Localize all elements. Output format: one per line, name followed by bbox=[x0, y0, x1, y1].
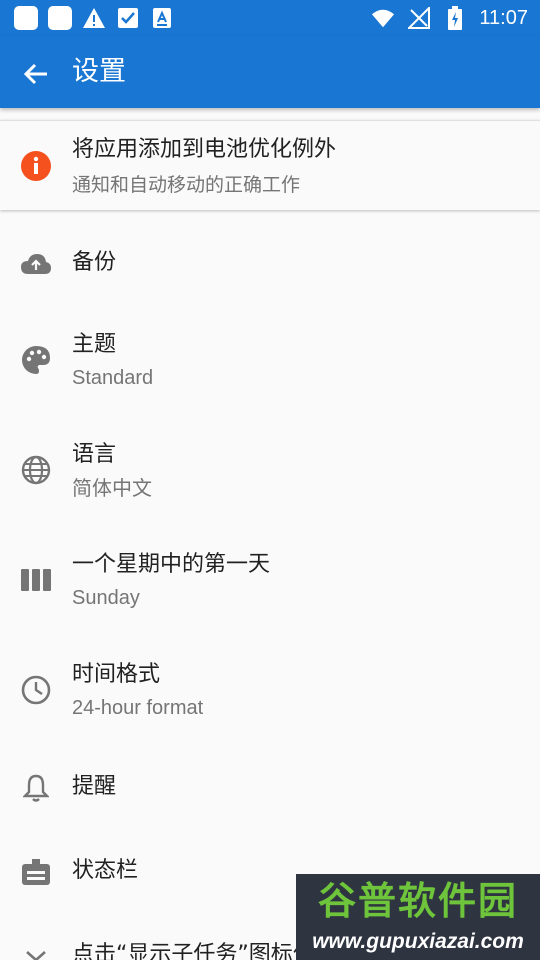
clock-icon bbox=[20, 674, 52, 706]
setting-theme[interactable]: 主题 Standard bbox=[0, 316, 540, 416]
battery-optimization-card[interactable]: 将应用添加到电池优化例外 通知和自动移动的正确工作 bbox=[0, 120, 540, 210]
chevron-down-icon bbox=[20, 940, 52, 960]
setting-backup-title: 备份 bbox=[72, 250, 117, 275]
info-icon bbox=[20, 150, 52, 182]
globe-icon bbox=[20, 454, 52, 486]
setting-language-title: 语言 bbox=[72, 442, 117, 467]
page-title: 设置 bbox=[72, 56, 126, 87]
battery-card-title: 将应用添加到电池优化例外 bbox=[72, 137, 337, 162]
app-bar: 设置 bbox=[0, 36, 540, 108]
bell-icon bbox=[20, 772, 52, 804]
setting-language[interactable]: 语言 简体中文 bbox=[0, 426, 540, 526]
app-icon bbox=[48, 6, 72, 30]
setting-time-format[interactable]: 时间格式 24-hour format bbox=[0, 646, 540, 746]
setting-reminder-title: 提醒 bbox=[72, 774, 117, 799]
briefcase-icon bbox=[20, 856, 52, 888]
setting-theme-value: Standard bbox=[72, 367, 154, 389]
battery-card-subtitle: 通知和自动移动的正确工作 bbox=[72, 174, 301, 196]
week-icon bbox=[20, 564, 52, 596]
checkbox-icon bbox=[116, 6, 140, 30]
watermark: 谷普软件园 www.gupuxiazai.com bbox=[296, 874, 540, 960]
wifi-icon bbox=[371, 6, 395, 30]
setting-reminder[interactable]: 提醒 bbox=[0, 756, 540, 820]
notification-icons bbox=[14, 6, 174, 30]
setting-first-day-value: Sunday bbox=[72, 587, 140, 609]
setting-first-day[interactable]: 一个星期中的第一天 Sunday bbox=[0, 536, 540, 636]
clock-time: 11:07 bbox=[479, 6, 528, 29]
setting-theme-title: 主题 bbox=[72, 332, 117, 357]
watermark-url: www.gupuxiazai.com bbox=[312, 930, 524, 953]
palette-icon bbox=[20, 344, 52, 376]
setting-time-format-title: 时间格式 bbox=[72, 662, 161, 687]
setting-status-bar-title: 状态栏 bbox=[72, 858, 139, 883]
app-icon bbox=[14, 6, 38, 30]
setting-language-value: 简体中文 bbox=[72, 476, 152, 500]
status-bar: 11:07 bbox=[0, 0, 540, 36]
setting-first-day-title: 一个星期中的第一天 bbox=[72, 552, 271, 577]
battery-charging-icon bbox=[443, 6, 467, 30]
setting-time-format-value: 24-hour format bbox=[72, 697, 204, 719]
arrow-back-icon[interactable] bbox=[18, 56, 54, 92]
system-icons: 11:07 bbox=[371, 6, 528, 30]
cloud-upload-icon bbox=[20, 248, 52, 280]
watermark-brand: 谷普软件园 bbox=[317, 879, 518, 923]
font-icon bbox=[150, 6, 174, 30]
warning-icon bbox=[82, 6, 106, 30]
no-signal-icon bbox=[407, 6, 431, 30]
setting-backup[interactable]: 备份 bbox=[0, 224, 540, 306]
